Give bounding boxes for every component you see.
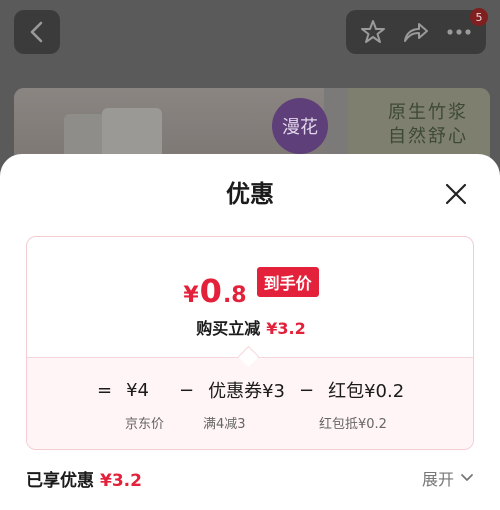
back-button[interactable] <box>14 10 60 54</box>
close-button[interactable] <box>440 178 472 210</box>
chevron-left-icon <box>30 21 43 43</box>
close-icon <box>445 183 467 205</box>
banner-text-line1: 原生竹浆 <box>388 102 468 123</box>
minus-sign: − <box>179 379 195 401</box>
sheet-footer: 已享优惠 ¥3.2 展开 <box>26 466 474 491</box>
final-price-tag: 到手价 <box>256 267 319 297</box>
banner-text-line2: 自然舒心 <box>388 126 468 147</box>
price-breakdown-card: ¥ 0 .8 到手价 购买立减 ¥3.2 = ¥4 − 优惠券¥3 − 红包¥0.… <box>26 236 474 450</box>
instant-discount: 购买立减 ¥3.2 <box>27 315 473 339</box>
redpack-label: 红包抵¥0.2 <box>319 417 387 432</box>
enjoyed-discount: 已享优惠 ¥3.2 <box>26 466 142 491</box>
expand-label: 展开 <box>421 470 454 489</box>
instant-discount-amount: ¥3.2 <box>266 319 306 338</box>
instant-discount-label: 购买立减 <box>196 319 261 338</box>
price-integer: 0 <box>199 272 222 310</box>
enjoyed-discount-value: ¥3.2 <box>100 470 142 491</box>
equals-sign: = <box>97 379 113 401</box>
chevron-down-icon <box>461 474 473 481</box>
more-icon[interactable] <box>446 28 472 36</box>
star-icon[interactable] <box>360 19 386 45</box>
discount-sheet: 优惠 ¥ 0 .8 到手价 购买立减 ¥3.2 = ¥4 − 优惠券¥3 − 红包… <box>0 154 500 510</box>
minus-sign: − <box>299 379 315 401</box>
price-decimal: .8 <box>222 283 247 308</box>
currency-symbol: ¥ <box>183 283 199 308</box>
coupon-label: 满4减3 <box>203 417 246 432</box>
notification-badge: 5 <box>470 8 488 26</box>
expand-button[interactable]: 展开 <box>422 466 474 490</box>
redpack-value: 红包¥0.2 <box>328 381 405 402</box>
calculation-row: = ¥4 − 优惠券¥3 − 红包¥0.2 <box>97 375 404 405</box>
share-icon[interactable] <box>402 19 430 45</box>
coupon-value: 优惠券¥3 <box>208 381 285 402</box>
base-price-label: 京东价 <box>125 417 165 432</box>
final-price: ¥ 0 .8 到手价 <box>27 267 473 310</box>
topbar-actions <box>346 10 486 54</box>
brand-logo: 漫花 <box>272 98 328 154</box>
sheet-title: 优惠 <box>226 180 274 208</box>
enjoyed-discount-label: 已享优惠 <box>26 470 94 491</box>
base-price-value: ¥4 <box>126 379 149 401</box>
